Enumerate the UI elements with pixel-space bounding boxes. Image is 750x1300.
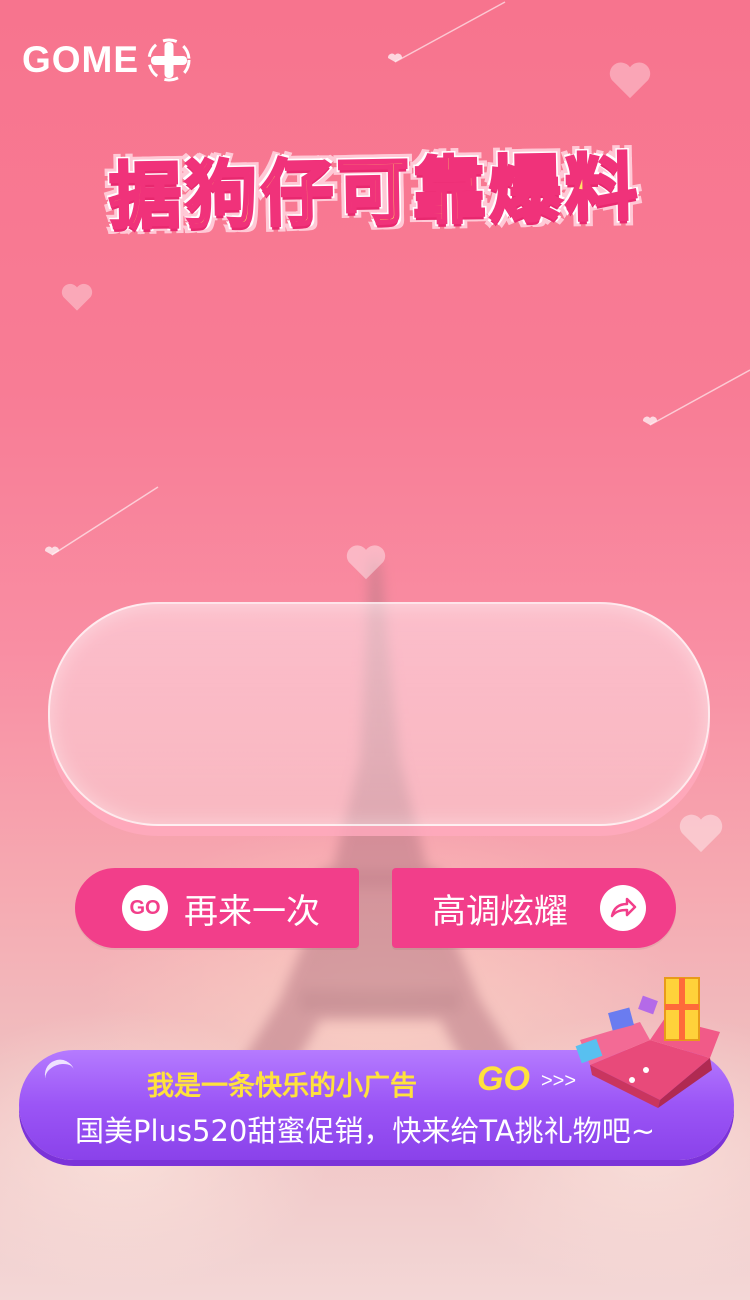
go-badge-icon: GO [122,885,168,931]
ad-subtext: 国美Plus520甜蜜促销，快来给TA挑礼物吧~ [75,1114,655,1148]
ad-go-label: GO [477,1060,530,1098]
gome-plus-logo-icon [147,38,191,82]
retry-button[interactable]: GO 再来一次 [75,868,359,948]
gome-logo: GOME [22,38,193,82]
retry-button-label: 再来一次 [184,891,320,932]
ad-headline: 我是一条快乐的小广告 [147,1071,417,1102]
page-title: 据狗仔可靠爆料 [107,143,643,239]
ad-gloss [40,1055,76,1084]
decor-arrow-lines [44,1,750,556]
share-arrow-icon [600,885,646,931]
heart-icon [679,814,723,853]
logo-text: GOME [22,39,140,80]
share-button-label: 高调炫耀 [432,891,568,932]
result-panel [48,602,710,826]
gift-box-icon [575,977,720,1108]
share-button[interactable]: 高调炫耀 [392,868,676,948]
